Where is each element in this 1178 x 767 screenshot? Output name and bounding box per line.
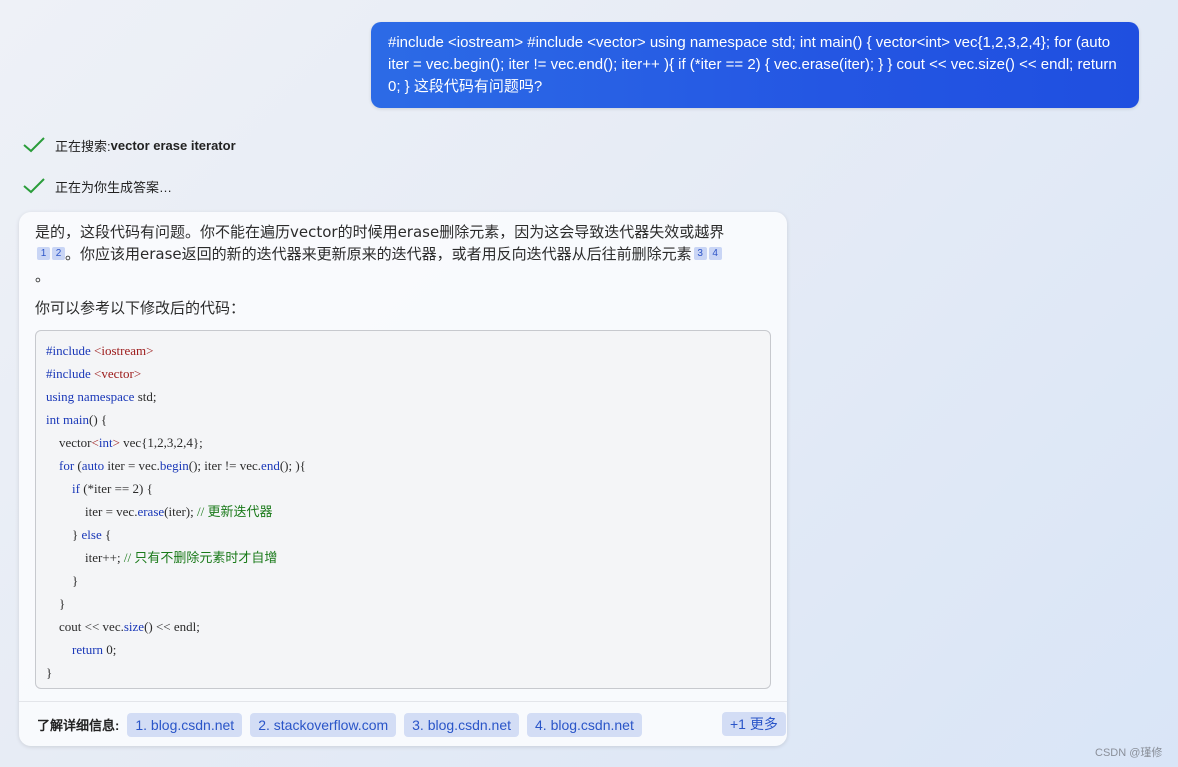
source-link-4[interactable]: 4. blog.csdn.net: [527, 712, 642, 737]
status-searching-prefix: 正在搜索:: [55, 138, 111, 154]
code-line: }: [46, 665, 53, 680]
code-line: }: [72, 573, 79, 588]
answer-text-part-1: 是的，这段代码有问题。你不能在遍历vector的时候用erase删除元素，因为这…: [35, 223, 725, 241]
answer-card: 是的，这段代码有问题。你不能在遍历vector的时候用erase删除元素，因为这…: [19, 212, 787, 746]
citation-3[interactable]: 3: [693, 247, 707, 260]
more-sources-button[interactable]: +1 更多: [722, 712, 786, 736]
code-block[interactable]: #include <iostream> #include <vector> us…: [35, 330, 771, 689]
code-line: iter = vec.erase(iter); // 更新迭代器: [85, 504, 273, 519]
source-link-1[interactable]: 1. blog.csdn.net: [127, 712, 243, 737]
watermark: CSDN @瑾修: [1095, 747, 1163, 759]
learn-more-label: 了解详细信息:: [37, 718, 120, 733]
code-line: if (*iter == 2) {: [72, 481, 153, 496]
code-line: cout << vec.size() << endl;: [59, 619, 200, 634]
code-line: iter++; // 只有不删除元素时才自增: [85, 550, 278, 565]
code-line: }: [59, 596, 66, 611]
checkmark-icon: [23, 137, 45, 153]
answer-paragraph-2: 你可以参考以下修改后的代码：: [35, 299, 246, 317]
code-line: int main() {: [46, 412, 108, 427]
answer-paragraph-1: 是的，这段代码有问题。你不能在遍历vector的时候用erase删除元素，因为这…: [35, 221, 775, 287]
status-searching-query: vector erase iterator: [110, 137, 236, 153]
citation-4[interactable]: 4: [708, 247, 722, 260]
status-searching: 正在搜索: vector erase iterator: [22, 134, 236, 156]
learn-more-row: 了解详细信息: 1. blog.csdn.net 2. stackoverflo…: [37, 712, 650, 737]
answer-text-part-2: 。你应该用erase返回的新的迭代器来更新原来的迭代器，或者用反向迭代器从后往前…: [65, 245, 692, 263]
checkmark-icon: [23, 178, 45, 194]
citation-1[interactable]: 1: [37, 247, 50, 260]
code-line: vector<int> vec{1,2,3,2,4};: [59, 435, 203, 450]
code-line: } else {: [72, 527, 112, 542]
code-line: using namespace std;: [46, 389, 157, 404]
user-message-bubble: #include <iostream> #include <vector> us…: [371, 22, 1139, 108]
status-generating-text: 正在为你生成答案…: [55, 179, 173, 195]
status-generating: 正在为你生成答案…: [22, 175, 172, 197]
answer-text-part-3: 。: [35, 267, 51, 285]
code-line: #include <vector>: [46, 366, 142, 381]
learn-more-divider: [19, 701, 787, 702]
user-message-text: #include <iostream> #include <vector> us…: [388, 34, 1117, 95]
code-line: #include <iostream>: [46, 343, 154, 358]
code-line: return 0;: [72, 642, 117, 657]
source-link-3[interactable]: 3. blog.csdn.net: [404, 712, 519, 737]
code-line: for (auto iter = vec.begin(); iter != ve…: [59, 458, 306, 473]
source-link-2[interactable]: 2. stackoverflow.com: [250, 712, 397, 737]
citation-2[interactable]: 2: [52, 247, 65, 260]
